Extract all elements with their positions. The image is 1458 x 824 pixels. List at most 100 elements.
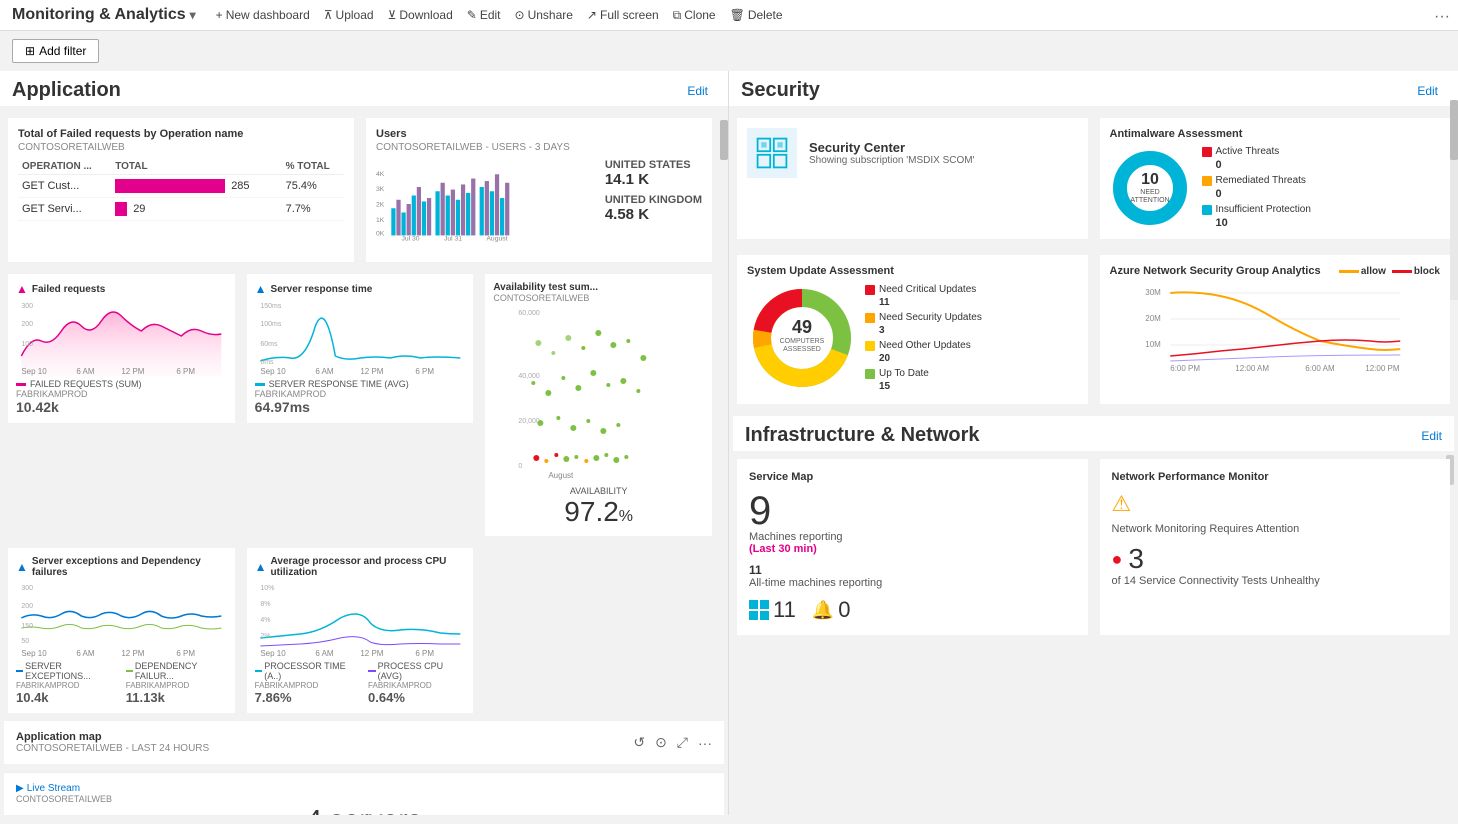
svg-text:12 PM: 12 PM bbox=[360, 649, 383, 658]
security-header: Security Edit bbox=[729, 71, 1458, 106]
svg-text:4K: 4K bbox=[376, 171, 385, 178]
application-edit-btn[interactable]: Edit bbox=[687, 84, 708, 98]
svg-text:30M: 30M bbox=[1145, 288, 1161, 297]
col-operation: OPERATION ... bbox=[18, 159, 111, 175]
app-map-more-icon[interactable]: ··· bbox=[698, 735, 712, 751]
svg-text:Sep 10: Sep 10 bbox=[260, 367, 286, 376]
unshare-btn[interactable]: ⊙ Unshare bbox=[515, 8, 573, 22]
add-filter-button[interactable]: ⊞ Add filter bbox=[12, 39, 99, 63]
svg-text:300: 300 bbox=[21, 303, 33, 310]
svg-text:12:00 AM: 12:00 AM bbox=[1235, 364, 1269, 373]
svg-text:10M: 10M bbox=[1145, 340, 1161, 349]
svg-text:200: 200 bbox=[21, 603, 33, 610]
system-update-card: System Update Assessment bbox=[737, 255, 1088, 404]
svg-text:50: 50 bbox=[21, 638, 29, 645]
error-icon: ● bbox=[1112, 549, 1123, 570]
antimalware-donut: 10 NEED ATTENTION Active Threats 0 bbox=[1110, 146, 1441, 229]
clone-btn[interactable]: ⧉ Clone bbox=[673, 8, 716, 23]
table-row: GET Servi... 29 7.7% bbox=[18, 198, 344, 221]
svg-text:6 PM: 6 PM bbox=[415, 649, 434, 658]
security-center-icon bbox=[747, 128, 797, 178]
svg-text:100ms: 100ms bbox=[260, 321, 282, 328]
edit-btn[interactable]: ✎ Edit bbox=[467, 8, 501, 22]
nsg-chart-svg: 30M 20M 10M 6:00 PM 12:00 AM bbox=[1110, 281, 1441, 391]
col-total: TOTAL bbox=[111, 159, 281, 175]
svg-text:6:00 PM: 6:00 PM bbox=[1170, 364, 1200, 373]
upload-btn[interactable]: ⊼ Upload bbox=[324, 8, 374, 22]
svg-text:300: 300 bbox=[21, 585, 33, 592]
infrastructure-edit-btn[interactable]: Edit bbox=[1421, 429, 1442, 443]
app-map-expand-icon[interactable]: ⤢ bbox=[677, 734, 688, 751]
exceptions-svg: Sep 10 6 AM 12 PM 6 PM 300 200 150 50 bbox=[16, 578, 227, 658]
main-content: Application ··· Edit Total of Failed req… bbox=[0, 71, 1458, 815]
title-chevron-icon[interactable]: ▾ bbox=[190, 8, 196, 22]
svg-text:Sep 10: Sep 10 bbox=[260, 649, 286, 658]
security-section: Security Edit bbox=[729, 71, 1458, 815]
svg-text:20,000: 20,000 bbox=[519, 418, 541, 425]
svg-text:Jul 30: Jul 30 bbox=[401, 236, 419, 243]
app-map-refresh-icon[interactable]: ↺ bbox=[633, 734, 645, 751]
security-center-card: Security Center Showing subscription 'MS… bbox=[737, 118, 1088, 239]
table-row: GET Cust... 285 75.4% bbox=[18, 175, 344, 198]
svg-text:150ms: 150ms bbox=[260, 303, 282, 310]
svg-text:0K: 0K bbox=[376, 230, 385, 237]
security-title: Security bbox=[741, 79, 820, 102]
svg-text:20M: 20M bbox=[1145, 314, 1161, 323]
failed-requests-title: Total of Failed requests by Operation na… bbox=[18, 128, 344, 140]
svg-text:6 PM: 6 PM bbox=[415, 367, 434, 376]
svg-text:12 PM: 12 PM bbox=[121, 367, 144, 376]
svg-text:12 PM: 12 PM bbox=[360, 367, 383, 376]
live-badge: ▶ Live Stream bbox=[16, 783, 712, 794]
svg-text:0ms: 0ms bbox=[260, 359, 274, 366]
live-icon: ▶ bbox=[16, 783, 24, 794]
bell-icon: 🔔 bbox=[812, 600, 834, 621]
svg-text:Jul 31: Jul 31 bbox=[444, 236, 462, 243]
top-bar: Monitoring & Analytics ▾ + New dashboard… bbox=[0, 0, 1458, 71]
infrastructure-header: Infrastructure & Network Edit bbox=[733, 416, 1454, 451]
live-stream-card: ▶ Live Stream CONTOSORETAILWEB 4 servers bbox=[4, 772, 724, 815]
warning-icon: ⚠ bbox=[1112, 491, 1132, 517]
svg-text:60,000: 60,000 bbox=[519, 310, 541, 317]
svg-text:10%: 10% bbox=[260, 585, 274, 592]
app-map-card: Application map CONTOSORETAILWEB - LAST … bbox=[4, 721, 724, 764]
cpu-utilization-card: ▲ Average processor and process CPU util… bbox=[247, 548, 474, 713]
svg-text:200: 200 bbox=[21, 321, 33, 328]
server-response-card: ▲ Server response time Sep 10 6 AM 12 PM… bbox=[247, 274, 474, 423]
antimalware-card: Antimalware Assessment 10 NEED ATTENTION bbox=[1100, 118, 1451, 239]
failed-chart-svg: Sep 10 6 AM 12 PM 6 PM 300 200 100 bbox=[16, 296, 227, 376]
nsg-analytics-card: Azure Network Security Group Analytics a… bbox=[1100, 255, 1451, 404]
failed-requests-table-card: Total of Failed requests by Operation na… bbox=[8, 118, 354, 262]
security-edit-btn[interactable]: Edit bbox=[1417, 84, 1438, 98]
users-title: Users bbox=[376, 128, 702, 140]
svg-text:10: 10 bbox=[1141, 171, 1159, 188]
fullscreen-btn[interactable]: ↗ Full screen bbox=[587, 8, 659, 22]
svg-text:0: 0 bbox=[519, 463, 523, 470]
users-chart-svg: 4K 3K 2K 1K 0K bbox=[376, 159, 597, 249]
svg-text:12 PM: 12 PM bbox=[121, 649, 144, 658]
users-chart-card: Users CONTOSORETAILWEB - USERS - 3 DAYS … bbox=[366, 118, 712, 262]
svg-text:6 AM: 6 AM bbox=[315, 649, 334, 658]
col-pct: % TOTAL bbox=[282, 159, 344, 175]
app-map-stop-icon[interactable]: ⊙ bbox=[655, 734, 667, 751]
svg-text:3K: 3K bbox=[376, 186, 385, 193]
application-header: Application ··· Edit bbox=[0, 71, 728, 106]
server-response-svg: Sep 10 6 AM 12 PM 6 PM 150ms 100ms 60ms … bbox=[255, 296, 466, 376]
top-bar-actions: + New dashboard ⊼ Upload ⊻ Download ✎ Ed… bbox=[216, 8, 783, 23]
svg-text:8%: 8% bbox=[260, 601, 270, 608]
svg-text:49: 49 bbox=[792, 317, 812, 337]
bar-1 bbox=[115, 179, 225, 193]
svg-text:2%: 2% bbox=[260, 633, 270, 640]
svg-text:COMPUTERS: COMPUTERS bbox=[780, 338, 825, 345]
svg-text:100: 100 bbox=[21, 341, 33, 348]
availability-chart-svg: August 60,000 40,000 20,000 0 bbox=[493, 303, 704, 483]
windows-icon bbox=[749, 600, 769, 620]
download-btn[interactable]: ⊻ Download bbox=[388, 8, 453, 22]
new-dashboard-btn[interactable]: + New dashboard bbox=[216, 8, 310, 22]
svg-text:4%: 4% bbox=[260, 617, 270, 624]
svg-text:NEED: NEED bbox=[1140, 189, 1159, 196]
svg-text:Sep 10: Sep 10 bbox=[21, 649, 47, 658]
delete-btn[interactable]: 🗑 Delete bbox=[730, 8, 783, 22]
failed-requests-chart-card: ▲ Failed requests Sep 10 6 AM 12 PM bbox=[8, 274, 235, 423]
svg-text:Sep 10: Sep 10 bbox=[21, 367, 47, 376]
svg-text:6:00 AM: 6:00 AM bbox=[1305, 364, 1335, 373]
